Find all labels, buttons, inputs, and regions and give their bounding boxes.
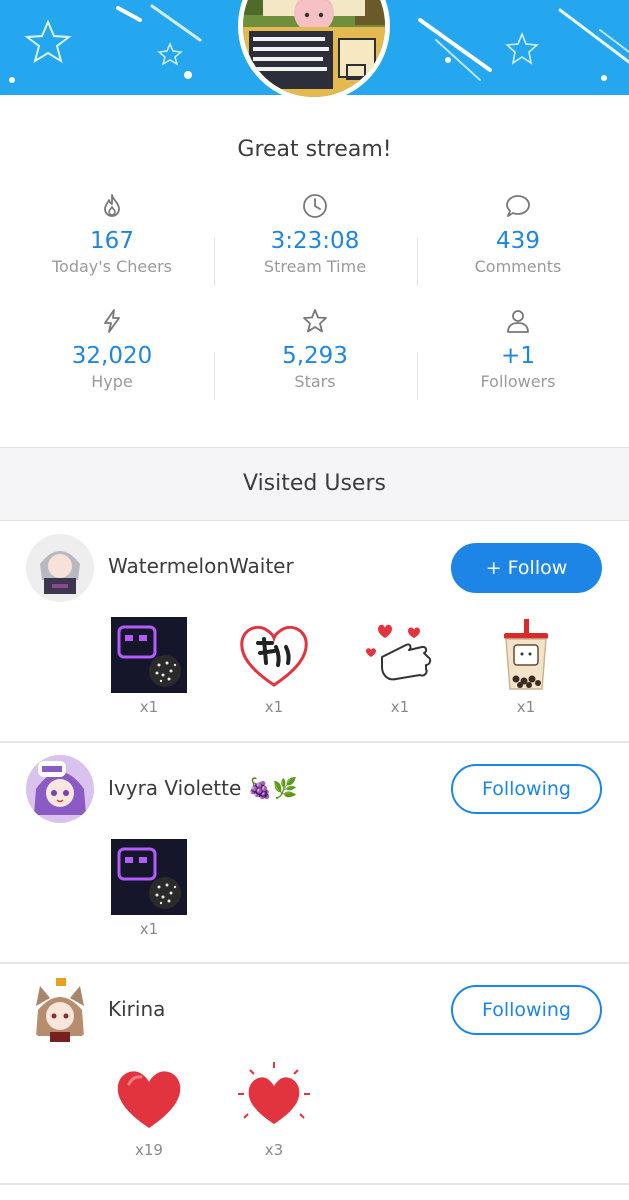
stat-label: Followers [480,372,556,391]
stat-value: 167 [90,228,134,254]
row-divider [0,962,629,964]
following-button[interactable]: Following [451,985,602,1035]
flame-icon [104,194,120,217]
user-name[interactable]: Ivyra Violette 🍇🌿 [108,776,297,800]
clock-icon [303,194,327,218]
lightning-icon [104,309,120,333]
stat-hype: 32,020 Hype [12,307,212,391]
gift-count: x19 [135,1141,163,1159]
avatar[interactable] [26,534,94,602]
stat-label: Today's Cheers [51,257,172,276]
stat-value: 3:23:08 [270,228,360,254]
person-icon [507,310,529,333]
stat-label: Hype [91,372,133,391]
following-button[interactable]: Following [451,764,602,814]
stat-label: Stars [294,372,336,391]
stat-value: 5,293 [282,343,348,369]
gift-item: x1 [360,617,440,716]
stat-value: 32,020 [71,343,153,369]
stat-followers: +1 Followers [418,307,618,391]
stat-label: Stream Time [263,257,367,276]
avatar-image [26,976,94,1044]
gift-count: x1 [390,698,410,716]
stat-label: Comments [474,257,562,276]
gift-item: x1 [234,617,314,716]
bubble-tea-gift-icon [504,619,548,690]
stat-comments: 439 Comments [418,192,618,276]
gift-item: x1 [109,839,189,938]
star-icon [303,309,327,333]
follow-button[interactable]: + Follow [451,543,602,593]
row-divider [0,1183,629,1185]
gift-item: x1 [109,617,189,716]
gift-item: x3 [234,1060,314,1159]
neon-fireworks-gift-icon [111,839,187,915]
heart-gift-icon [117,1071,181,1128]
gift-count: x1 [139,920,159,938]
user-name[interactable]: WatermelonWaiter [108,554,294,578]
neon-fireworks-gift-icon [111,617,187,693]
user-name[interactable]: Kirina [108,997,165,1021]
avatar-image [26,534,94,602]
hand-hearts-gift-icon [366,624,432,681]
gift-item: x19 [109,1060,189,1159]
avatar-image [26,755,94,823]
avatar[interactable] [26,755,94,823]
stat-stars: 5,293 Stars [215,307,415,391]
gift-count: x1 [516,698,536,716]
comment-icon [506,195,530,217]
stream-summary-headline: Great stream! [237,137,392,162]
gift-count: x1 [139,698,159,716]
streamer-avatar-image [243,0,385,97]
sparkle-heart-gift-icon [238,1062,310,1124]
stat-value: 439 [496,228,540,254]
stat-todays-cheers: 167 Today's Cheers [12,192,212,276]
gift-count: x1 [264,698,284,716]
avatar[interactable] [26,976,94,1044]
stat-stream-time: 3:23:08 Stream Time [215,192,415,276]
stat-value: +1 [501,343,535,369]
gift-item: x1 [486,617,566,716]
heart-calligraphy-gift-icon [240,625,308,687]
gift-count: x3 [264,1141,284,1159]
row-divider [0,741,629,743]
section-title: Visited Users [0,447,629,521]
